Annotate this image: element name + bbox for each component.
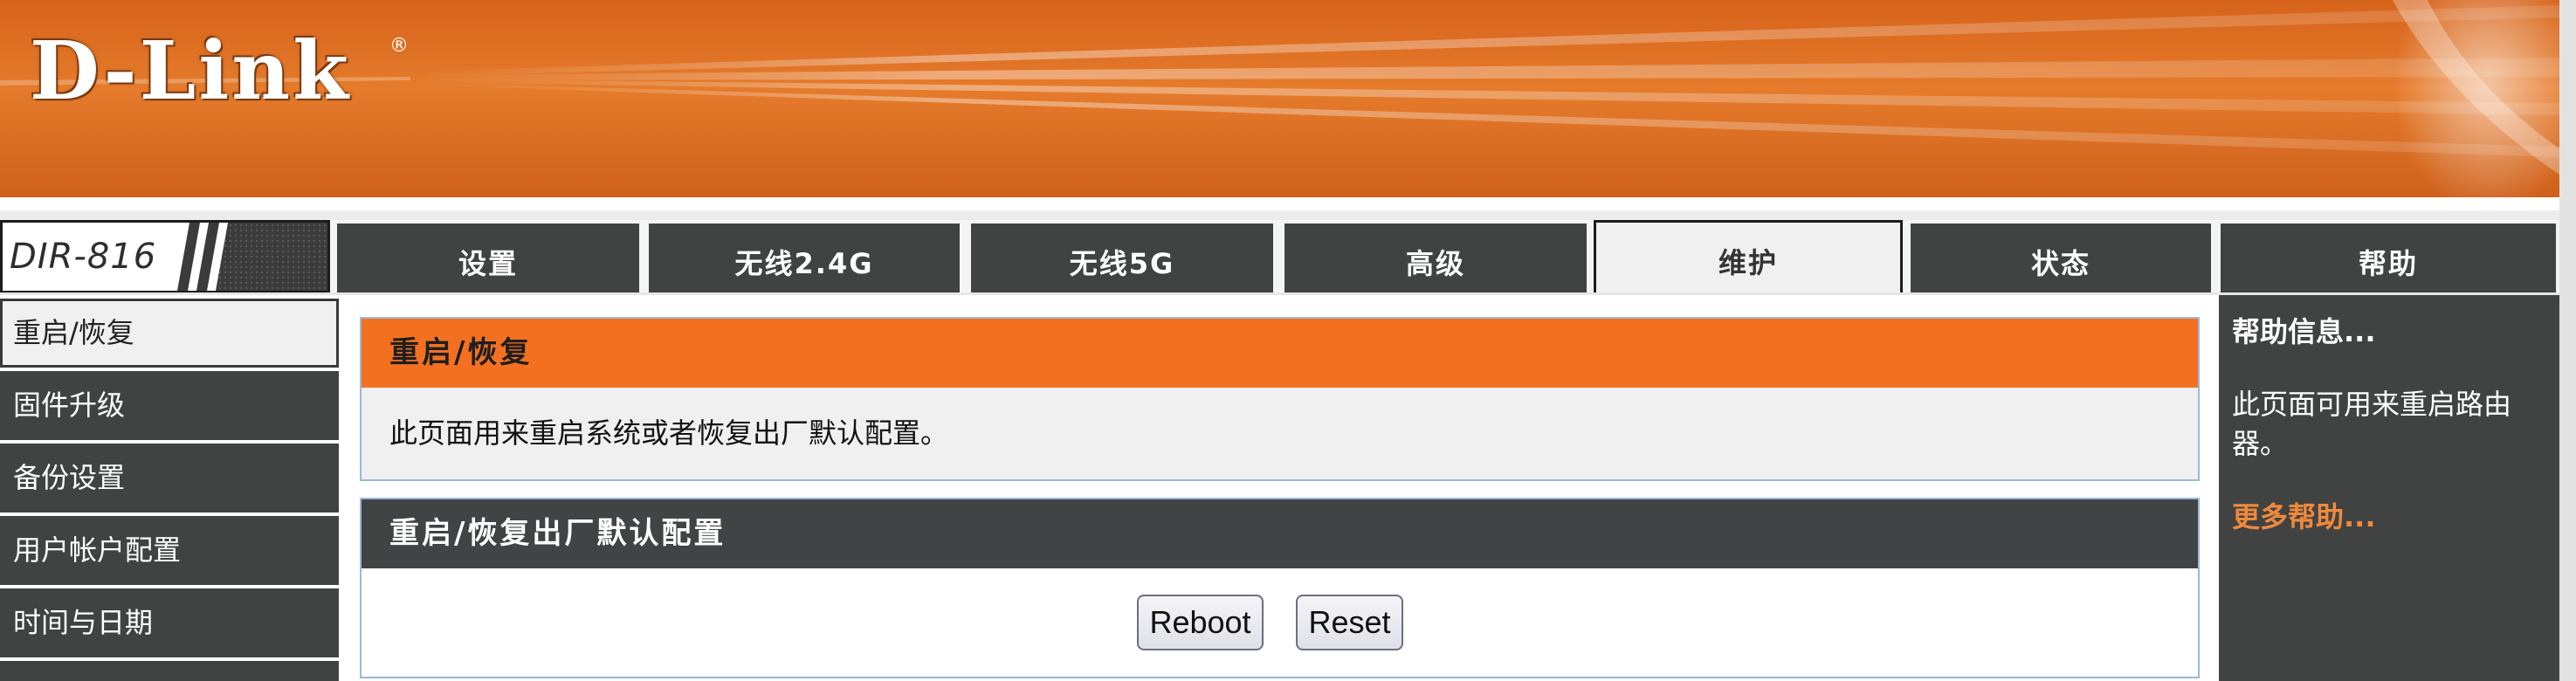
sidebar-item-user-accounts[interactable]: 用户帐户配置 (0, 516, 339, 585)
model-badge: DIR-816 (0, 220, 330, 293)
sidebar: 重启/恢复 固件升级 备份设置 用户帐户配置 时间与日期 (0, 295, 339, 681)
tab-bar-divider (0, 292, 2559, 295)
help-panel: 帮助信息... 此页面可用来重启路由器。 更多帮助... (2219, 295, 2559, 681)
sidebar-item-time-date[interactable]: 时间与日期 (0, 588, 339, 657)
tab-help[interactable]: 帮助 (2221, 224, 2556, 292)
sidebar-item-partial[interactable] (0, 661, 339, 681)
factory-reset-panel: 重启/恢复出厂默认配置 Reboot Reset (360, 498, 2200, 678)
model-name: DIR-816 (10, 237, 157, 277)
sidebar-item-backup-settings[interactable]: 备份设置 (0, 444, 339, 512)
registered-mark: ® (389, 35, 409, 57)
tab-setup[interactable]: 设置 (337, 224, 639, 292)
factory-reset-actions: Reboot Reset (362, 568, 2198, 677)
sidebar-item-firmware-upgrade[interactable]: 固件升级 (0, 371, 339, 440)
help-title: 帮助信息... (2232, 315, 2376, 348)
banner-background (0, 0, 2559, 197)
tab-maintenance[interactable]: 维护 (1594, 220, 1903, 295)
panel-description: 此页面用来重启系统或者恢复出厂默认配置。 (389, 416, 949, 450)
header-banner: D-Link ® (0, 0, 2559, 197)
tab-wireless-5g[interactable]: 无线5G (971, 224, 1273, 292)
reboot-restore-panel: 重启/恢复 此页面用来重启系统或者恢复出厂默认配置。 (360, 317, 2200, 481)
factory-reset-title: 重启/恢复出厂默认配置 (362, 499, 2198, 568)
panel-title: 重启/恢复 (362, 319, 2198, 388)
tab-wireless-2-4g[interactable]: 无线2.4G (649, 224, 960, 292)
sidebar-item-reboot-restore[interactable]: 重启/恢复 (0, 299, 339, 368)
tab-status[interactable]: 状态 (1911, 224, 2211, 292)
help-text: 此页面可用来重启路由器。 (2232, 388, 2512, 460)
router-admin-page: D-Link ® DIR-816 设置 无线2.4G 无线5G 高级 维护 状态… (0, 0, 2559, 681)
header-divider (0, 210, 2559, 220)
dlink-logo: D-Link (30, 24, 351, 118)
reset-button[interactable]: Reset (1296, 595, 1403, 650)
tab-advanced[interactable]: 高级 (1285, 224, 1587, 292)
reboot-button[interactable]: Reboot (1137, 595, 1264, 650)
more-help-link[interactable]: 更多帮助... (2232, 498, 2375, 536)
